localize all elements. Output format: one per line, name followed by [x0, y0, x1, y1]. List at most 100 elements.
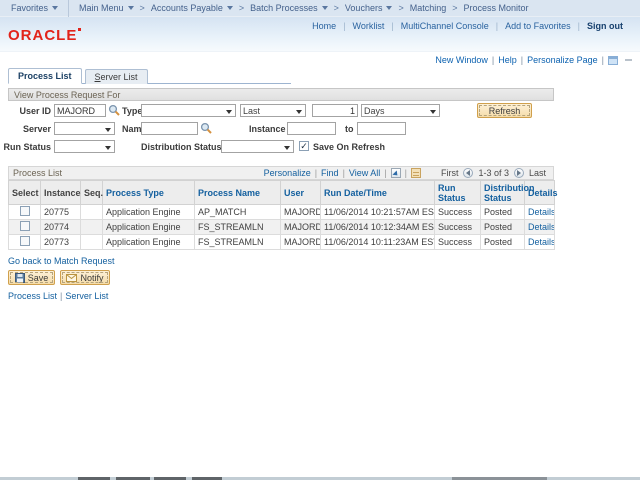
previous-page-icon[interactable]	[463, 168, 474, 178]
cell-instance: 20774	[40, 219, 81, 235]
breadcrumb: Favorites Main Menu > Accounts Payable >…	[0, 0, 640, 17]
breadcrumb-item-main-menu[interactable]: Main Menu	[79, 3, 134, 13]
col-run-status[interactable]: Run Status	[434, 180, 481, 205]
tab-bar: Process List Server List	[8, 68, 148, 84]
link-separator: |	[577, 21, 580, 31]
link-separator: |	[491, 55, 495, 65]
user-id-input[interactable]	[54, 104, 106, 117]
tab-server-list[interactable]: Server List	[84, 69, 148, 84]
server-label: Server	[22, 124, 51, 134]
breadcrumb-item-favorites[interactable]: Favorites	[11, 3, 59, 13]
sign-out-link[interactable]: Sign out	[587, 21, 623, 31]
page-links: New Window | Help | Personalize Page |	[432, 55, 632, 65]
personalize-link[interactable]: Personalize	[264, 168, 311, 178]
col-user[interactable]: User	[280, 180, 321, 205]
details-link[interactable]: Details	[528, 222, 554, 232]
oracle-logo: ORACLE	[8, 27, 82, 44]
link-separator: |	[384, 168, 387, 178]
cell-run-status: Success	[434, 234, 481, 250]
chevron-down-icon	[127, 6, 134, 10]
col-distribution-status[interactable]: Distribution Status	[480, 180, 535, 205]
distribution-status-select[interactable]	[221, 140, 294, 153]
worklist-link[interactable]: Worklist	[353, 21, 385, 31]
breadcrumb-item-vouchers[interactable]: Vouchers	[345, 3, 393, 13]
breadcrumb-divider	[68, 0, 70, 17]
details-link[interactable]: Details	[528, 237, 554, 247]
go-back-link[interactable]: Go back to Match Request	[8, 256, 115, 266]
utility-links: Home | Worklist | MultiChannel Console |…	[305, 21, 630, 31]
link-separator: |	[495, 21, 499, 31]
trademark-mark	[78, 28, 82, 31]
new-window-icon[interactable]	[608, 55, 618, 65]
days-count-input[interactable]	[312, 104, 358, 117]
breadcrumb-item-process-monitor[interactable]: Process Monitor	[464, 3, 529, 13]
name-input[interactable]	[141, 122, 198, 135]
breadcrumb-separator: >	[238, 3, 245, 13]
multichannel-console-link[interactable]: MultiChannel Console	[401, 21, 489, 31]
add-to-favorites-link[interactable]: Add to Favorites	[505, 21, 571, 31]
scrollbar-stub	[625, 59, 632, 61]
save-on-refresh-checkbox[interactable]: ✓	[299, 141, 309, 151]
process-list-link[interactable]: Process List	[8, 291, 57, 301]
cell-process-type: Application Engine	[102, 234, 195, 250]
breadcrumb-item-accounts-payable[interactable]: Accounts Payable	[151, 3, 233, 13]
chevron-down-icon	[52, 6, 59, 10]
name-lookup-icon[interactable]	[200, 122, 212, 134]
download-to-excel-icon[interactable]	[390, 168, 401, 178]
link-separator: |	[60, 291, 63, 301]
col-select: Select	[8, 180, 41, 205]
pager-last[interactable]: Last	[529, 168, 546, 178]
link-separator: |	[404, 168, 407, 178]
help-link[interactable]: Help	[498, 55, 517, 65]
refresh-button[interactable]: Refresh	[477, 103, 532, 118]
cell-instance: 20775	[40, 204, 81, 220]
link-separator: |	[391, 21, 394, 31]
cell-process-name: AP_MATCH	[194, 204, 281, 220]
zoom-grid-icon[interactable]	[410, 168, 421, 178]
days-unit-select[interactable]: Days	[361, 104, 440, 117]
instance-to-input[interactable]	[357, 122, 406, 135]
tab-process-list[interactable]: Process List	[8, 68, 82, 84]
breadcrumb-item-matching[interactable]: Matching	[410, 3, 447, 13]
instance-input[interactable]	[287, 122, 336, 135]
col-process-name[interactable]: Process Name	[194, 180, 281, 205]
run-status-select[interactable]	[54, 140, 115, 153]
notify-button[interactable]: Notify	[60, 270, 110, 285]
save-button[interactable]: Save	[8, 270, 55, 285]
find-link[interactable]: Find	[321, 168, 339, 178]
server-select[interactable]	[54, 122, 115, 135]
home-link[interactable]: Home	[312, 21, 336, 31]
row-select-checkbox[interactable]	[19, 221, 30, 231]
type-label: Type	[122, 106, 143, 116]
footer-links: Process List | Server List	[8, 291, 111, 301]
server-list-link[interactable]: Server List	[65, 291, 108, 301]
col-process-type[interactable]: Process Type	[102, 180, 195, 205]
run-status-label: Run Status	[3, 142, 51, 152]
link-separator: |	[314, 168, 318, 178]
personalize-page-link[interactable]: Personalize Page	[527, 55, 598, 65]
details-link[interactable]: Details	[528, 207, 554, 217]
view-all-link[interactable]: View All	[349, 168, 380, 178]
cell-process-name: FS_STREAMLN	[194, 234, 281, 250]
type-select[interactable]	[141, 104, 236, 117]
chevron-down-icon	[226, 6, 233, 10]
cell-process-type: Application Engine	[102, 219, 195, 235]
pager-first[interactable]: First	[441, 168, 459, 178]
col-run-datetime[interactable]: Run Date/Time	[320, 180, 435, 205]
user-id-lookup-icon[interactable]	[108, 104, 120, 116]
cell-user: MAJORD	[280, 234, 321, 250]
row-select-checkbox[interactable]	[19, 236, 30, 246]
new-window-link[interactable]: New Window	[435, 55, 488, 65]
breadcrumb-item-batch-processes[interactable]: Batch Processes	[250, 3, 328, 13]
link-separator: |	[520, 55, 524, 65]
user-id-label: User ID	[19, 106, 51, 116]
next-page-icon[interactable]	[513, 168, 524, 178]
table-row: 20775 Application Engine AP_MATCH MAJORD…	[8, 204, 555, 220]
cell-distribution-status: Posted	[480, 234, 525, 250]
breadcrumb-separator: >	[333, 3, 339, 13]
cell-distribution-status: Posted	[480, 204, 525, 220]
row-select-checkbox[interactable]	[19, 206, 30, 216]
last-select[interactable]: Last	[240, 104, 306, 117]
breadcrumb-separator: >	[139, 3, 145, 13]
breadcrumb-separator: >	[452, 3, 458, 13]
